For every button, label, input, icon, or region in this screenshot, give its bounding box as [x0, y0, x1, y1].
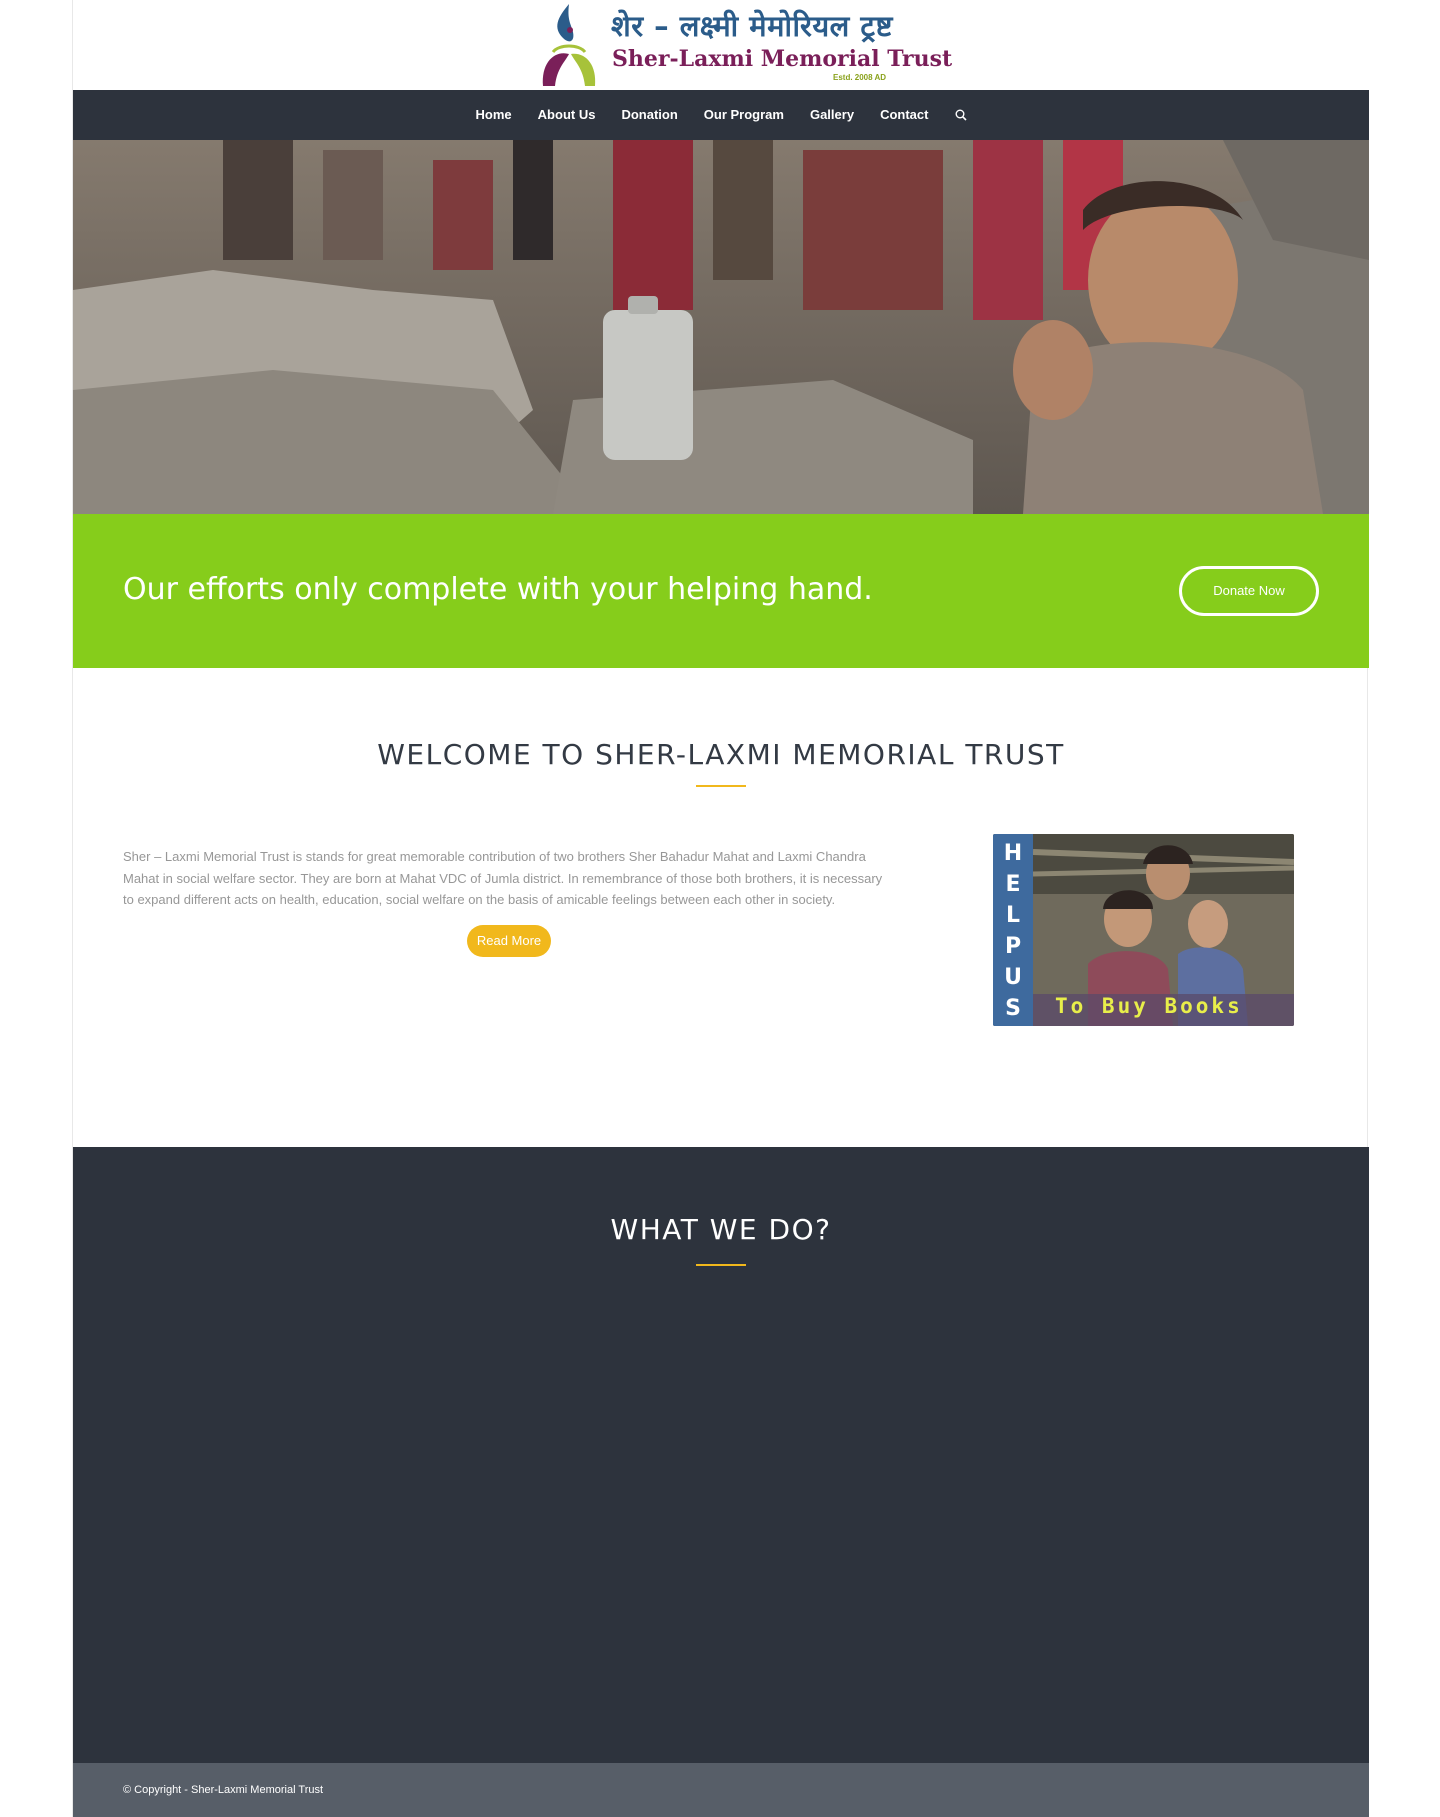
- helpus-letter-p: P: [1004, 934, 1022, 959]
- what-we-do-divider: [696, 1264, 746, 1266]
- what-we-do-heading: WHAT WE DO?: [610, 1213, 832, 1246]
- copyright-text: © Copyright - Sher-Laxmi Memorial Trust: [123, 1784, 324, 1796]
- read-more-button[interactable]: Read More: [467, 925, 551, 957]
- welcome-divider: [696, 785, 746, 787]
- helpus-letter-l: L: [1005, 903, 1021, 928]
- established-label: Estd. 2008 AD: [833, 73, 887, 82]
- welcome-heading: WELCOME TO SHER-LAXMI MEMORIAL TRUST: [377, 738, 1065, 771]
- helpus-letter-s: S: [1005, 996, 1021, 1021]
- welcome-body: Sher – Laxmi Memorial Trust is stands fo…: [123, 849, 883, 907]
- banner-message: Our efforts only complete with your help…: [123, 572, 873, 607]
- helpus-letter-h: H: [1003, 841, 1023, 866]
- main-navigation: Home About Us Donation Our Program Galle…: [73, 90, 1369, 140]
- what-we-do-section: WHAT WE DO?: [73, 1147, 1369, 1763]
- donation-banner: Our efforts only complete with your help…: [73, 514, 1369, 668]
- help-us-banner[interactable]: H E L P U S To Buy Books: [993, 834, 1294, 1026]
- nav-item-about-us[interactable]: About Us: [525, 90, 609, 140]
- nav-item-contact[interactable]: Contact: [867, 90, 941, 140]
- donate-now-button[interactable]: Donate Now: [1179, 566, 1319, 616]
- helpus-letter-u: U: [1004, 965, 1022, 990]
- nav-item-gallery[interactable]: Gallery: [797, 90, 867, 140]
- nav-item-donation[interactable]: Donation: [608, 90, 690, 140]
- nav-item-our-program[interactable]: Our Program: [691, 90, 797, 140]
- helpus-letter-e: E: [1005, 872, 1021, 897]
- nav-item-home[interactable]: Home: [463, 90, 525, 140]
- search-icon: [955, 109, 968, 121]
- hero-photo: [73, 140, 1369, 514]
- site-header: शेर – लक्ष्मी मेमोरियल ट्रष्ट Sher-Laxmi…: [73, 0, 1369, 90]
- trust-logo-icon: [542, 4, 596, 86]
- brand-name: Sher-Laxmi Memorial Trust: [612, 46, 953, 72]
- site-footer: © Copyright - Sher-Laxmi Memorial Trust: [73, 1763, 1369, 1817]
- brand-name-devanagari: शेर – लक्ष्मी मेमोरियल ट्रष्ट: [611, 9, 893, 43]
- helpus-caption: To Buy Books: [1055, 994, 1243, 1018]
- hero-image: [73, 140, 1369, 514]
- site-logo[interactable]: शेर – लक्ष्मी मेमोरियल ट्रष्ट Sher-Laxmi…: [539, 2, 952, 88]
- page-container: शेर – लक्ष्मी मेमोरियल ट्रष्ट Sher-Laxmi…: [72, 0, 1369, 1817]
- search-button[interactable]: [943, 90, 979, 140]
